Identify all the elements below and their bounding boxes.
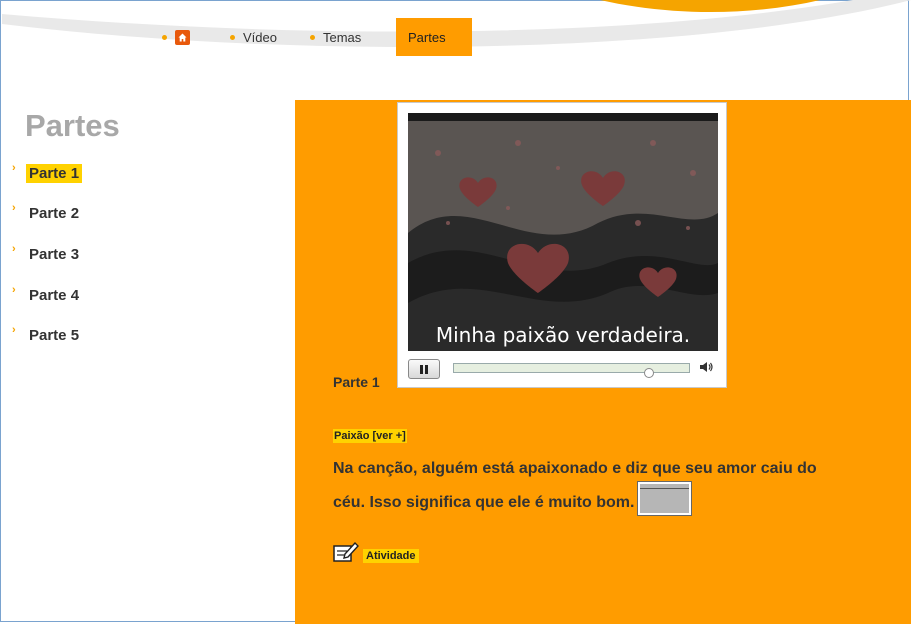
sidebar-item-parte-2[interactable]: › Parte 2	[12, 201, 80, 223]
video-player: Minha paixão verdadeira.	[397, 102, 727, 388]
video-frame[interactable]: Minha paixão verdadeira.	[408, 113, 718, 351]
nav-home[interactable]	[162, 18, 190, 56]
description-line-2-text: céu. Isso significa que ele é muito bom.	[333, 494, 635, 511]
nav-temas[interactable]: Temas	[310, 18, 361, 56]
nav-partes[interactable]: Partes	[396, 18, 472, 56]
volume-icon[interactable]	[700, 361, 714, 373]
chevron-right-icon: ›	[12, 323, 16, 336]
sidebar-item-label: Parte 5	[29, 327, 80, 344]
sidebar-item-parte-1[interactable]: › Parte 1	[12, 161, 83, 183]
top-nav: Vídeo Temas Partes	[0, 18, 911, 58]
chevron-right-icon: ›	[12, 201, 16, 214]
activity-link[interactable]: Atividade	[333, 541, 419, 563]
chevron-right-icon: ›	[12, 283, 16, 296]
part-description: Na canção, alguém está apaixonado e diz …	[333, 452, 883, 520]
sidebar-item-parte-4[interactable]: › Parte 4	[12, 283, 80, 305]
video-controls	[408, 359, 718, 379]
sidebar-item-label: Parte 1	[26, 164, 83, 183]
pause-icon	[420, 364, 428, 374]
video-subtitle: Minha paixão verdadeira.	[435, 323, 691, 347]
nav-partes-label: Partes	[408, 29, 446, 45]
chevron-right-icon: ›	[12, 242, 16, 255]
sidebar-item-parte-5[interactable]: › Parte 5	[12, 323, 80, 345]
sidebar-item-label: Parte 4	[29, 287, 80, 304]
bullet-icon	[162, 34, 167, 40]
chevron-right-icon: ›	[12, 161, 16, 174]
video-image	[408, 113, 718, 351]
image-placeholder[interactable]	[637, 481, 693, 517]
nav-video[interactable]: Vídeo	[230, 18, 277, 56]
description-line-1: Na canção, alguém está apaixonado e diz …	[333, 460, 817, 477]
pause-button[interactable]	[408, 359, 440, 379]
seek-handle[interactable]	[644, 368, 655, 378]
nav-temas-label: Temas	[323, 29, 362, 45]
seek-bar[interactable]	[453, 363, 690, 378]
sidebar-title: Partes	[25, 108, 120, 143]
sidebar-item-parte-3[interactable]: › Parte 3	[12, 242, 80, 264]
sidebar-item-label: Parte 2	[29, 205, 80, 222]
activity-icon	[333, 541, 359, 562]
part-heading: Parte 1	[333, 374, 380, 390]
sidebar-item-label: Parte 3	[29, 246, 80, 263]
description-line-2: céu. Isso significa que ele é muito bom.	[333, 481, 883, 520]
activity-label: Atividade	[363, 549, 419, 563]
home-icon[interactable]	[175, 29, 190, 45]
nav-video-label: Vídeo	[243, 29, 277, 45]
bullet-icon	[310, 34, 315, 40]
term-link[interactable]: Paixão [ver +]	[333, 429, 407, 443]
bullet-icon	[230, 34, 235, 40]
